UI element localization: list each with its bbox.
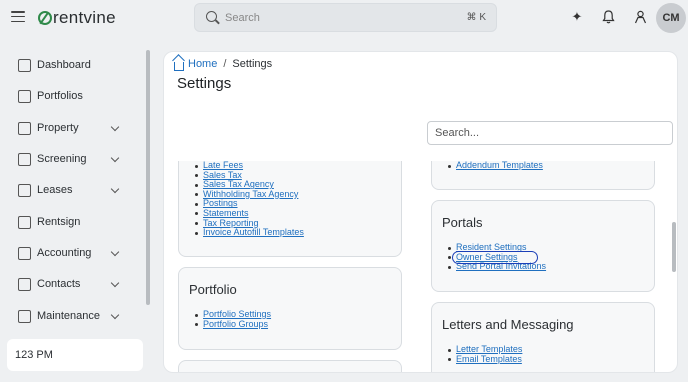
chevron-down-icon bbox=[110, 153, 120, 162]
search-placeholder: Search bbox=[225, 12, 260, 24]
leases-settings-card: Addendum Templates bbox=[431, 161, 655, 190]
card-title: Letters and Messaging bbox=[442, 317, 574, 332]
sidebar-item-portfolios[interactable]: Portfolios bbox=[0, 85, 140, 107]
search-shortcut: ⌘ K bbox=[466, 12, 486, 23]
sidebar-item-screening[interactable]: Screening bbox=[0, 148, 140, 170]
chevron-down-icon bbox=[110, 247, 120, 256]
screening-icon bbox=[18, 152, 31, 166]
settings-card bbox=[178, 360, 402, 372]
link-invoice-autofill-templates[interactable]: Invoice Autofill Templates bbox=[195, 228, 304, 238]
portfolio-settings-card: Portfolio Portfolio Settings Portfolio G… bbox=[178, 267, 402, 350]
time-display: 123 PM bbox=[7, 339, 143, 371]
chevron-down-icon bbox=[110, 310, 120, 319]
link-email-templates[interactable]: Email Templates bbox=[447, 354, 522, 365]
sidebar-scrollbar[interactable] bbox=[146, 50, 150, 305]
breadcrumb: Home / Settings bbox=[174, 58, 273, 71]
folders-icon bbox=[18, 89, 31, 103]
wrench-icon bbox=[18, 309, 31, 323]
sidebar-item-leases[interactable]: Leases bbox=[0, 179, 140, 201]
book-icon bbox=[18, 277, 31, 291]
sidebar-item-maintenance[interactable]: Maintenance bbox=[0, 305, 140, 327]
sidebar-item-label: Screening bbox=[37, 153, 87, 165]
main-panel: Home / Settings Settings Search... Late … bbox=[163, 51, 678, 373]
sidebar-item-label: Leases bbox=[37, 184, 73, 196]
breadcrumb-home-link[interactable]: Home bbox=[188, 58, 217, 70]
avatar[interactable]: CM bbox=[656, 3, 686, 33]
link-portfolio-groups[interactable]: Portfolio Groups bbox=[194, 319, 271, 330]
signature-icon bbox=[18, 215, 31, 229]
portals-links: Resident Settings Owner Settings Send Po… bbox=[447, 242, 546, 272]
chevron-down-icon bbox=[110, 184, 120, 193]
bell-icon[interactable] bbox=[600, 9, 616, 25]
hamburger-menu-icon[interactable] bbox=[11, 11, 25, 23]
top-bar: rentvine Search ⌘ K ✦ CM bbox=[0, 0, 688, 36]
logo[interactable]: rentvine bbox=[38, 8, 116, 28]
user-settings-icon[interactable] bbox=[632, 9, 648, 25]
breadcrumb-current: Settings bbox=[232, 58, 273, 70]
accounting-settings-card: Late Fees Sales Tax Sales Tax Agency Wit… bbox=[178, 161, 402, 257]
logo-text: rentvine bbox=[53, 8, 116, 27]
card-title: Portals bbox=[442, 215, 483, 230]
dollar-icon bbox=[18, 246, 31, 260]
sidebar-item-dashboard[interactable]: Dashboard bbox=[0, 54, 140, 76]
clipboard-icon bbox=[18, 183, 31, 197]
sidebar-item-label: Portfolios bbox=[37, 90, 83, 102]
portfolio-links: Portfolio Settings Portfolio Groups bbox=[194, 309, 271, 330]
link-addendum-templates[interactable]: Addendum Templates bbox=[448, 161, 543, 171]
search-icon bbox=[206, 11, 217, 22]
settings-search-input[interactable]: Search... bbox=[427, 121, 673, 145]
main-scrollbar[interactable] bbox=[672, 222, 676, 272]
sidebar-item-label: Rentsign bbox=[37, 216, 81, 228]
letters-links: Letter Templates Email Templates bbox=[447, 344, 522, 365]
accounting-links: Late Fees Sales Tax Sales Tax Agency Wit… bbox=[195, 161, 304, 238]
sparkle-icon[interactable]: ✦ bbox=[569, 9, 585, 25]
home-icon bbox=[174, 61, 184, 71]
sidebar-item-label: Maintenance bbox=[37, 310, 100, 322]
sidebar-item-label: Dashboard bbox=[37, 59, 91, 71]
chevron-down-icon bbox=[110, 122, 120, 131]
sidebar-item-label: Contacts bbox=[37, 278, 81, 290]
building-icon bbox=[18, 121, 31, 135]
link-send-portal-invitations[interactable]: Send Portal Invitations bbox=[447, 262, 546, 272]
settings-cards-area: Late Fees Sales Tax Sales Tax Agency Wit… bbox=[164, 161, 677, 372]
sidebar-item-property[interactable]: Property bbox=[0, 117, 140, 139]
sidebar-item-label: Accounting bbox=[37, 247, 92, 259]
letters-messaging-settings-card: Letters and Messaging Letter Templates E… bbox=[431, 302, 655, 372]
global-search[interactable]: Search ⌘ K bbox=[194, 3, 497, 32]
sidebar-item-rentsign[interactable]: Rentsign bbox=[0, 211, 140, 233]
sidebar-item-accounting[interactable]: Accounting bbox=[0, 242, 140, 264]
chevron-down-icon bbox=[110, 278, 120, 287]
portals-settings-card: Portals Resident Settings Owner Settings… bbox=[431, 200, 655, 292]
card-title: Portfolio bbox=[189, 282, 237, 297]
breadcrumb-separator: / bbox=[223, 58, 227, 70]
leases-links: Addendum Templates bbox=[448, 161, 543, 171]
sidebar-item-contacts[interactable]: Contacts bbox=[0, 273, 140, 295]
logo-mark-icon bbox=[38, 11, 52, 25]
sidebar-item-label: Property bbox=[37, 122, 79, 134]
page-title: Settings bbox=[177, 75, 232, 92]
sidebar: Dashboard Portfolios Property Screening … bbox=[0, 44, 150, 334]
grid-icon bbox=[18, 58, 31, 72]
